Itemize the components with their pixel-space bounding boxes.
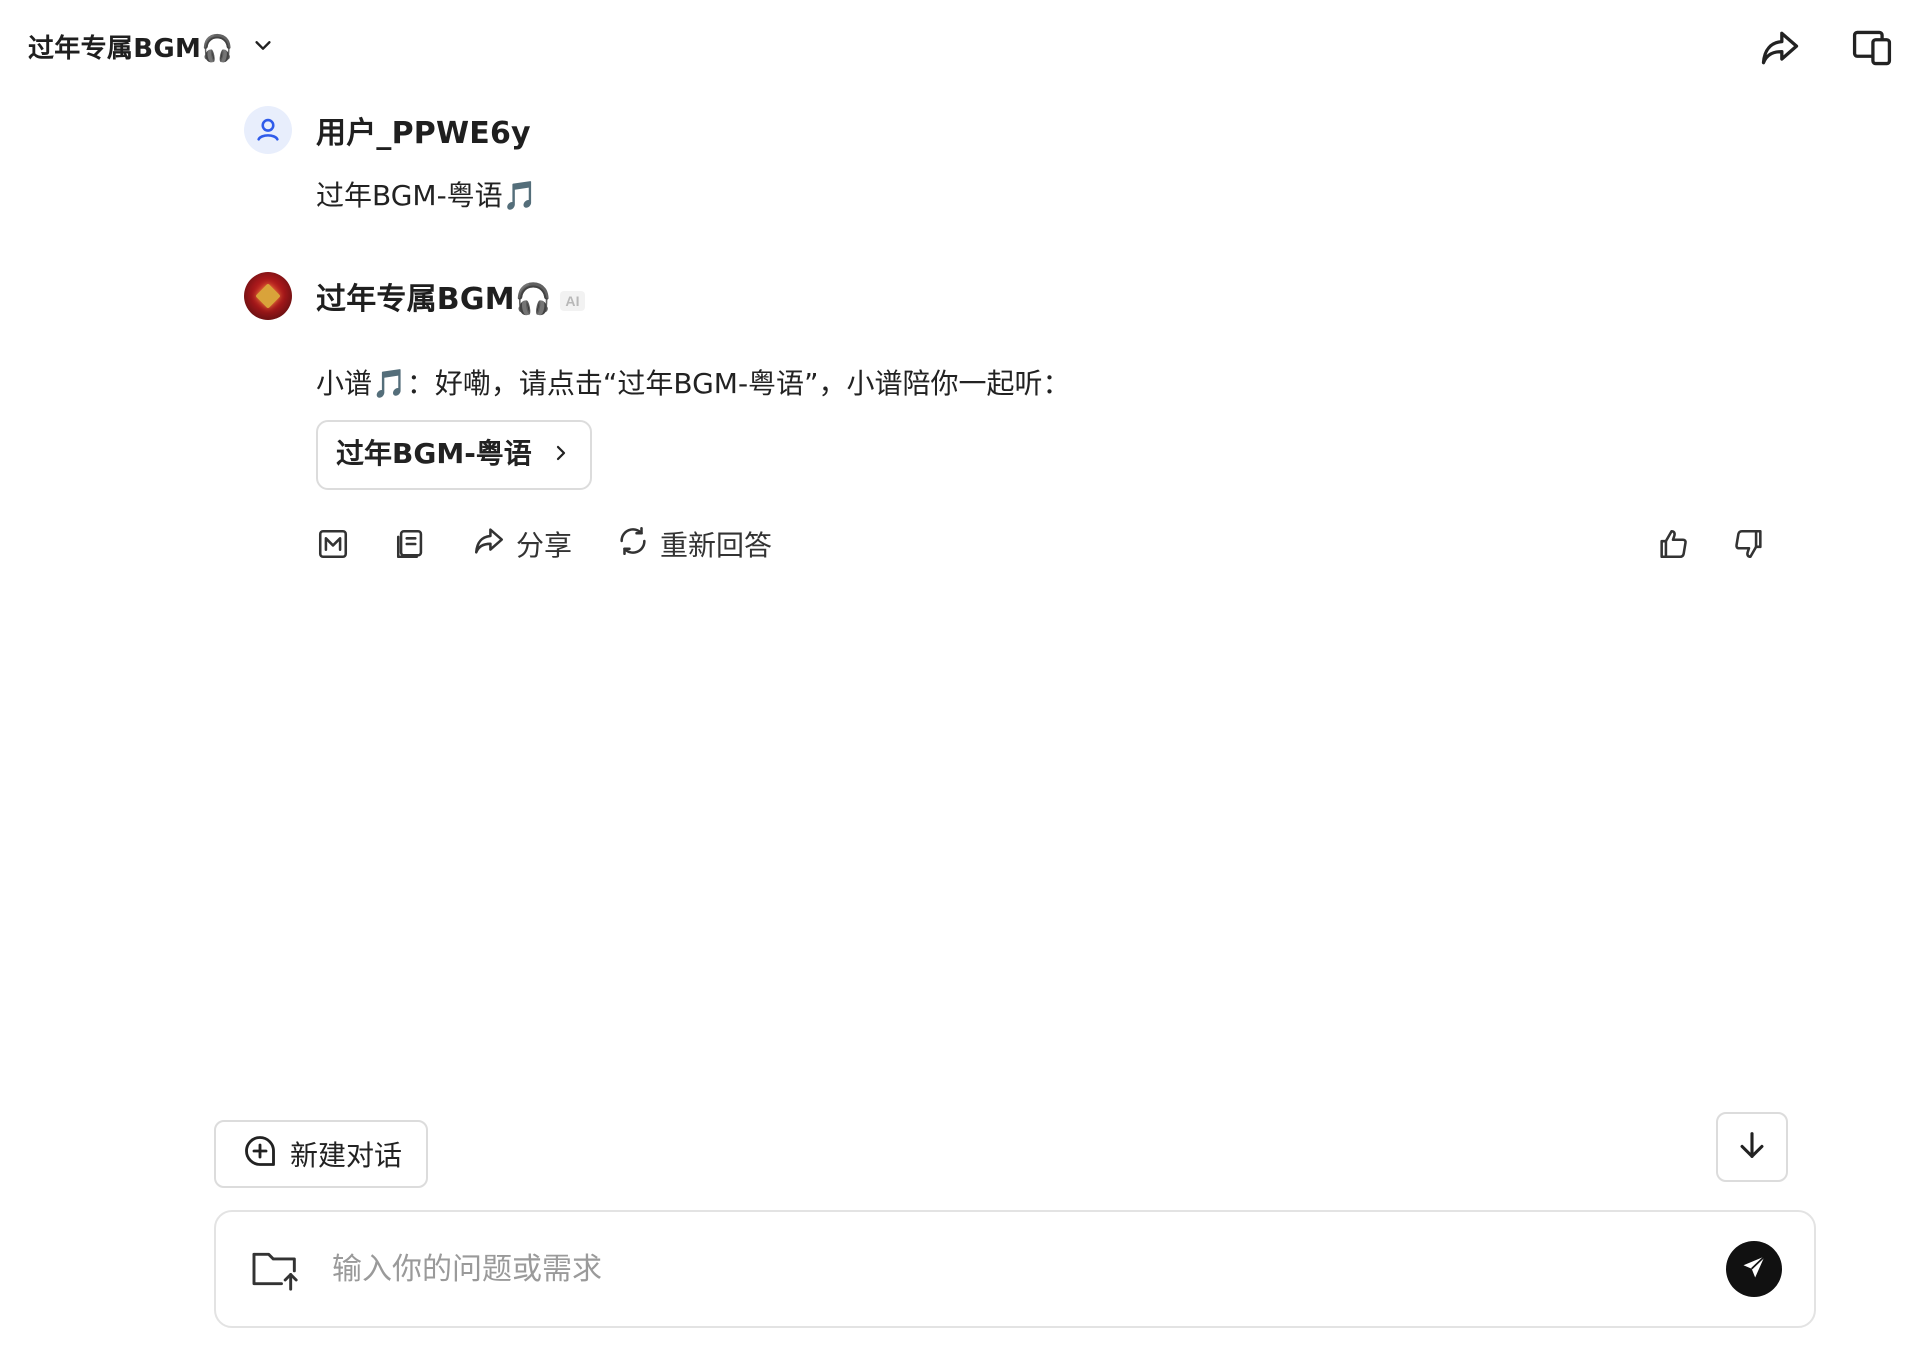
bot-avatar-seal [255, 283, 281, 309]
user-name: 用户_PPWE6y [316, 116, 531, 151]
user-message: 用户_PPWE6y 过年BGM-粤语🎵 [244, 106, 1792, 216]
copy-icon[interactable] [394, 527, 428, 561]
multi-device-icon[interactable] [1850, 26, 1894, 70]
send-button[interactable] [1726, 1241, 1782, 1297]
top-bar: 过年专属BGM🎧 [0, 0, 1912, 96]
new-chat-button[interactable]: 新建对话 [214, 1120, 428, 1188]
arrow-down-icon [1735, 1128, 1769, 1166]
bot-selector[interactable]: 过年专属BGM🎧 [28, 28, 274, 65]
chevron-down-icon [252, 34, 274, 60]
ai-badge: AI [560, 290, 585, 311]
user-message-text: 过年BGM-粤语🎵 [316, 179, 538, 212]
playlist-link-label: 过年BGM-粤语 [336, 437, 532, 470]
new-chat-icon [242, 1133, 278, 1176]
message-composer [214, 1210, 1816, 1328]
share-icon[interactable] [1758, 26, 1802, 70]
folder-upload-icon[interactable] [250, 1247, 302, 1291]
send-icon [1740, 1253, 1768, 1285]
refresh-icon [616, 524, 650, 565]
bot-name: 过年专属BGM🎧 AI [316, 274, 585, 318]
bot-title: 过年专属BGM🎧 [28, 34, 234, 64]
bot-name-text: 过年专属BGM🎧 [316, 282, 553, 317]
playlist-link-card[interactable]: 过年BGM-粤语 [316, 420, 592, 490]
message-input[interactable] [330, 1250, 1726, 1288]
thumbs-down-icon[interactable] [1732, 527, 1766, 561]
user-avatar [244, 106, 292, 154]
share-label: 分享 [516, 529, 573, 562]
share-button[interactable]: 分享 [472, 524, 572, 565]
bot-message-text: 小谱🎵：好嘞，请点击“过年BGM-粤语”，小谱陪你一起听： [316, 367, 1071, 400]
bot-avatar [244, 272, 292, 320]
share-icon [472, 524, 506, 565]
thumbs-up-icon[interactable] [1656, 527, 1690, 561]
new-chat-label: 新建对话 [290, 1139, 403, 1172]
message-actions: 分享 重新回答 [316, 516, 1792, 572]
regenerate-label: 重新回答 [660, 529, 773, 562]
bot-message: 过年专属BGM🎧 AI 小谱🎵：好嘞，请点击“过年BGM-粤语”，小谱陪你一起听：… [244, 272, 1792, 572]
chevron-right-icon [552, 434, 570, 474]
regenerate-button[interactable]: 重新回答 [616, 524, 772, 565]
scroll-to-bottom-button[interactable] [1716, 1112, 1788, 1182]
markdown-icon[interactable] [316, 527, 350, 561]
